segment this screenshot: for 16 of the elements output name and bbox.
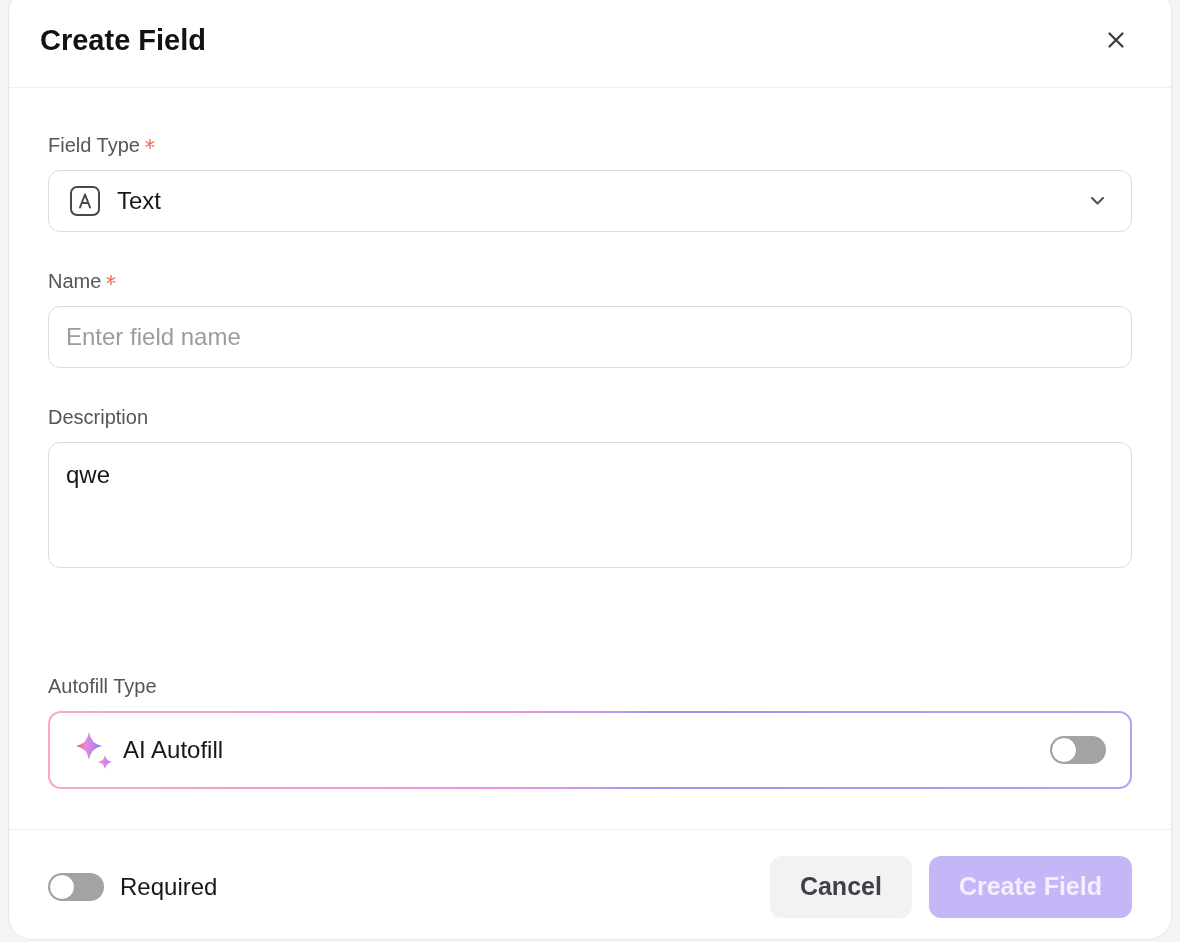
dialog-title: Create Field (40, 23, 206, 57)
close-icon (1108, 32, 1124, 48)
toggle-switch[interactable] (48, 872, 104, 901)
field-label: Description (48, 405, 149, 430)
field-label: Autofill Type (48, 674, 157, 699)
text-type-icon (70, 186, 100, 216)
toggle-switch[interactable] (1050, 736, 1106, 764)
field-label: Field Type (48, 133, 140, 158)
toggle-label: Required (120, 872, 218, 901)
field-type-select[interactable]: Text (48, 170, 1132, 232)
text-input-field[interactable]: Enter field name (48, 306, 1132, 368)
cancel-button[interactable]: Cancel (769, 855, 912, 918)
chevron-down-icon (1091, 197, 1104, 205)
field-label: Name (48, 269, 102, 294)
option-label: AI Autofill (123, 736, 225, 764)
text-area-field[interactable]: qwe (48, 442, 1132, 568)
